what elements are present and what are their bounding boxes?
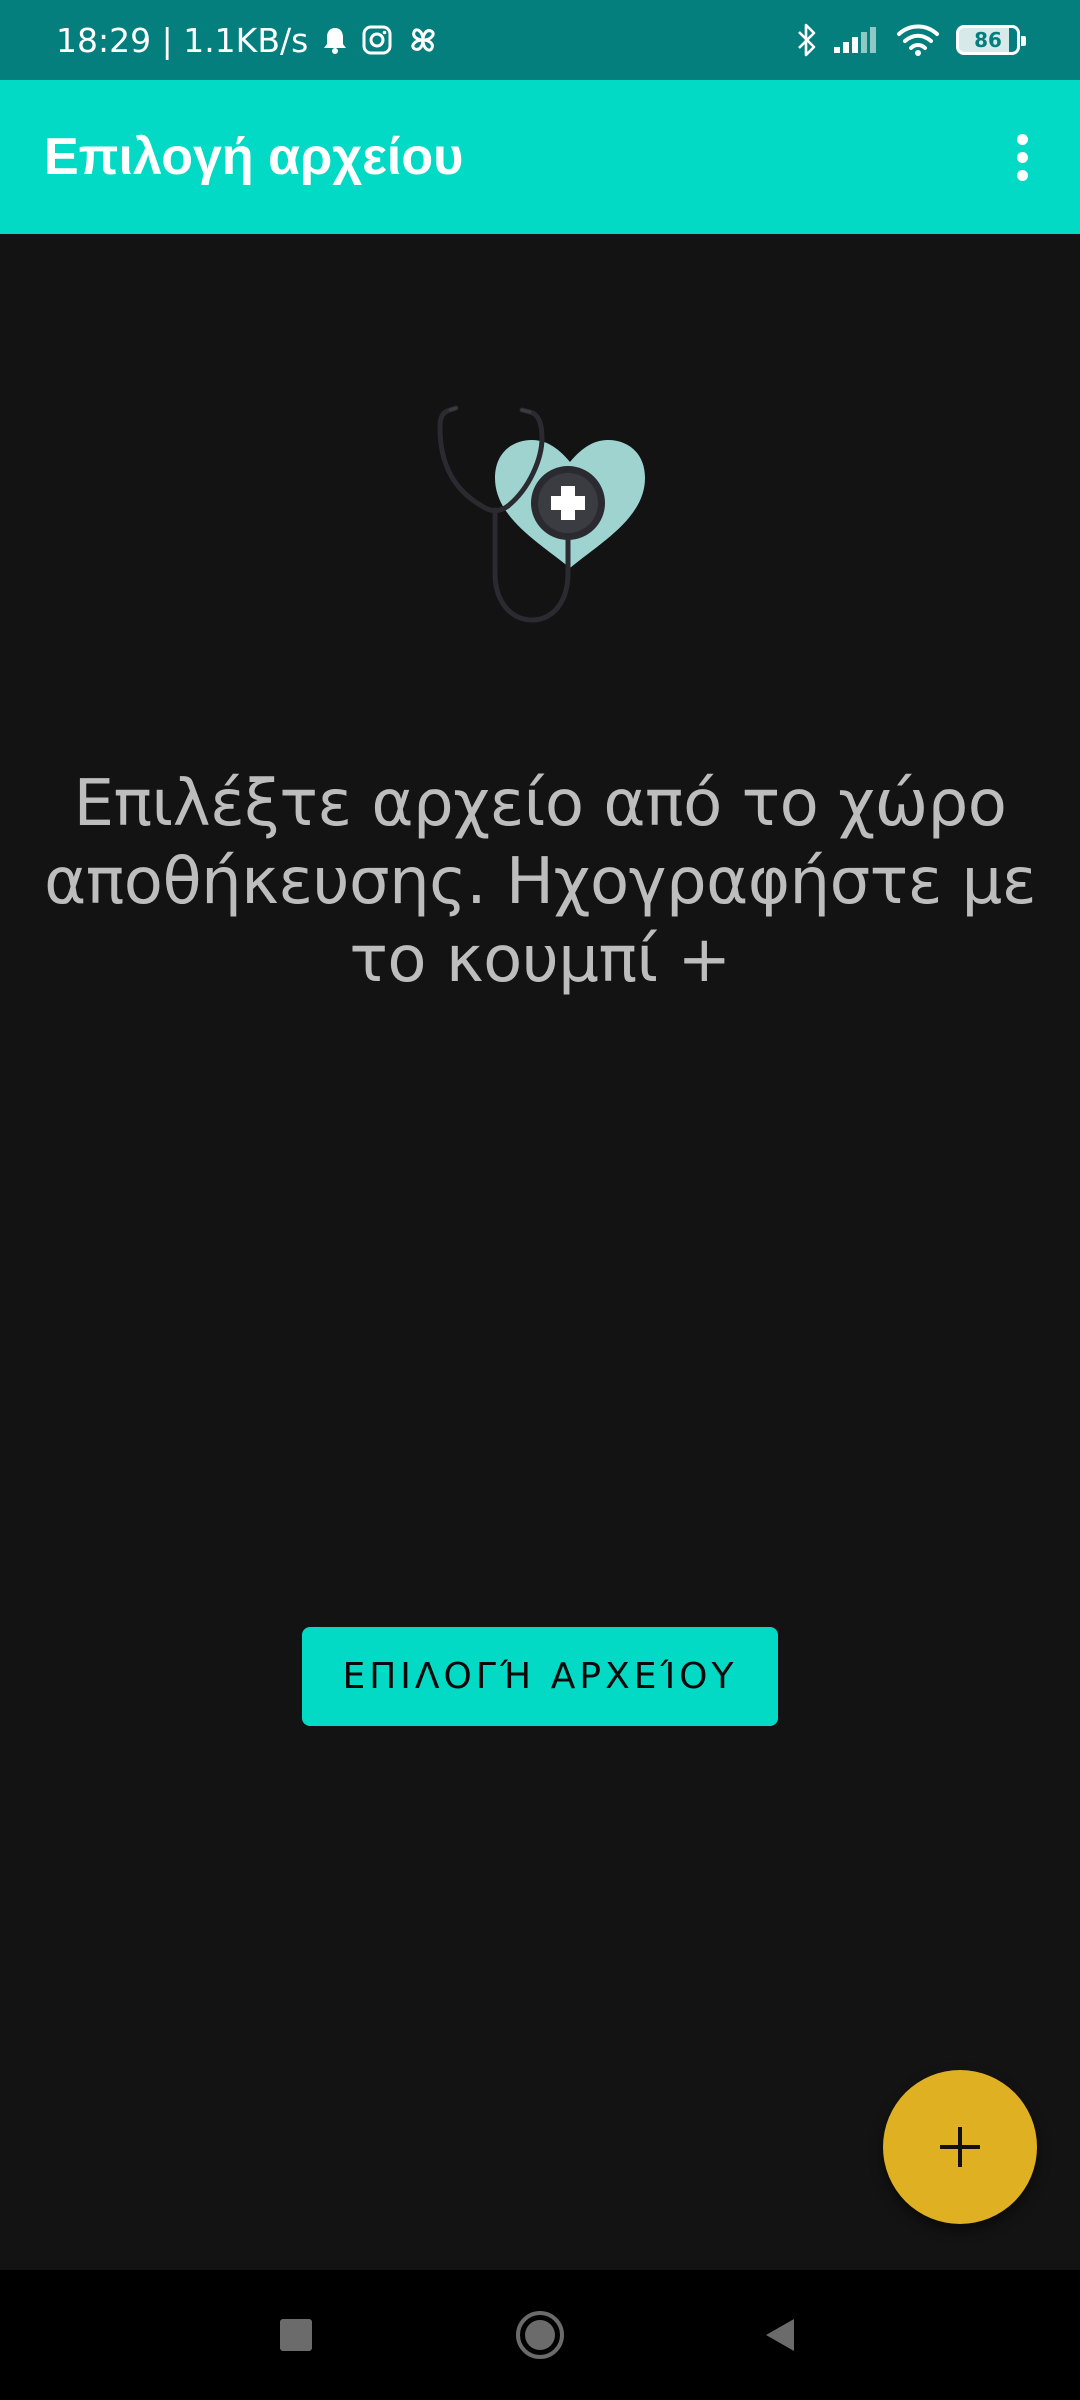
back-triangle-icon [766,2319,794,2351]
more-vert-icon-dot [1016,151,1028,163]
battery-icon: 86 [956,25,1026,55]
battery-level: 86 [974,28,1002,52]
plus-icon [940,2127,980,2167]
bluetooth-icon [796,22,818,58]
more-options-button[interactable] [982,117,1062,197]
pinwheel-icon [406,23,440,57]
home-button[interactable] [480,2270,600,2400]
signal-icon [832,25,882,55]
stethoscope-heart-icon [420,398,660,638]
status-right: 86 [782,0,1026,80]
recents-button[interactable] [236,2270,356,2400]
status-bar: 18:29 | 1.1KB/s 86 [0,0,1080,80]
more-vert-icon-dot [1016,169,1028,181]
instagram-icon [362,25,392,55]
recents-square-icon [280,2319,312,2351]
notification-bell-icon [322,26,348,54]
record-fab-button[interactable] [883,2070,1037,2224]
page-title: Επιλογή αρχείου [44,128,464,186]
back-button[interactable] [720,2270,840,2400]
wifi-icon [896,23,940,57]
more-vert-icon-dot [1016,133,1028,145]
status-left: 18:29 | 1.1KB/s [56,0,440,80]
home-circle-icon [516,2311,564,2359]
system-nav-bar [0,2270,1080,2400]
status-time-speed: 18:29 | 1.1KB/s [56,20,309,60]
instruction-message: Επιλέξτε αρχείο από το χώρο αποθήκευσης.… [44,767,1036,997]
select-file-button[interactable]: ΕΠΙΛΟΓΉ ΑΡΧΕΊΟΥ [302,1627,778,1726]
app-bar: Επιλογή αρχείου [0,80,1080,234]
